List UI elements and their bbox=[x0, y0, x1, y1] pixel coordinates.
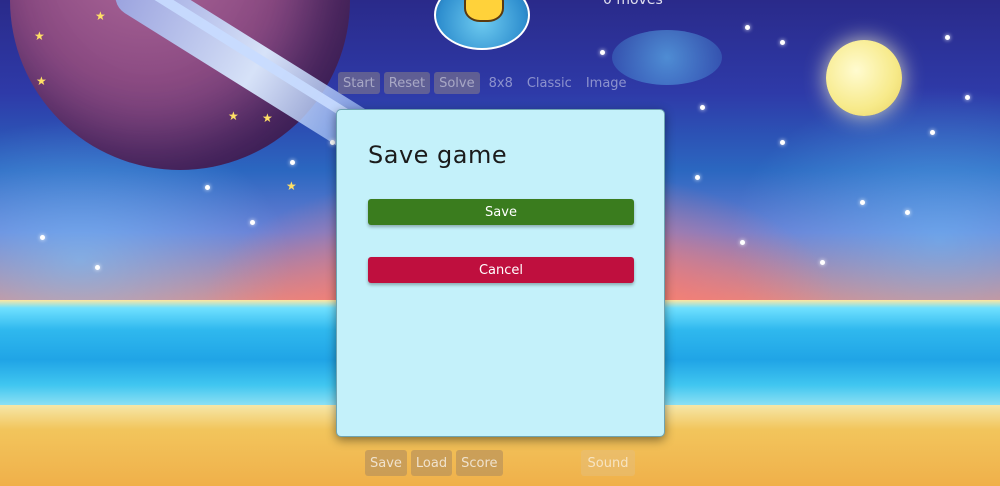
star bbox=[780, 40, 785, 45]
dialog-title: Save game bbox=[368, 141, 508, 169]
star bbox=[820, 260, 825, 265]
image-mode-button[interactable]: Image bbox=[581, 72, 632, 94]
gold-star-icon: ★ bbox=[34, 29, 45, 43]
reset-button[interactable]: Reset bbox=[383, 72, 431, 94]
star bbox=[250, 220, 255, 225]
score-button[interactable]: Score bbox=[456, 450, 503, 476]
top-toolbar: Start Reset Solve 8x8 Classic Image bbox=[338, 72, 632, 96]
star bbox=[860, 200, 865, 205]
star bbox=[600, 50, 605, 55]
save-button[interactable]: Save bbox=[368, 199, 634, 225]
board-size-button[interactable]: 8x8 bbox=[484, 72, 518, 94]
star bbox=[695, 175, 700, 180]
sound-toggle-button[interactable]: Sound bbox=[581, 450, 635, 476]
star bbox=[780, 140, 785, 145]
gold-star-icon: ★ bbox=[228, 109, 239, 123]
moves-counter: 0 moves bbox=[603, 0, 663, 8]
star bbox=[745, 25, 750, 30]
bottom-toolbar: Save Load Score bbox=[365, 450, 503, 476]
cancel-button[interactable]: Cancel bbox=[368, 257, 634, 283]
star bbox=[40, 235, 45, 240]
start-button[interactable]: Start bbox=[338, 72, 380, 94]
star bbox=[945, 35, 950, 40]
star bbox=[965, 95, 970, 100]
star bbox=[700, 105, 705, 110]
gold-star-icon: ★ bbox=[262, 111, 273, 125]
save-game-dialog: Save game Save Cancel bbox=[336, 109, 665, 437]
mascot-icon bbox=[464, 0, 504, 22]
star bbox=[290, 160, 295, 165]
star bbox=[740, 240, 745, 245]
star bbox=[905, 210, 910, 215]
star bbox=[330, 140, 335, 145]
load-game-button[interactable]: Load bbox=[410, 450, 453, 476]
gold-star-icon: ★ bbox=[36, 74, 47, 88]
gold-star-icon: ★ bbox=[286, 179, 297, 193]
moon-illustration bbox=[826, 40, 902, 116]
star bbox=[95, 265, 100, 270]
star bbox=[205, 185, 210, 190]
gold-star-icon: ★ bbox=[95, 9, 106, 23]
star bbox=[930, 130, 935, 135]
solve-button[interactable]: Solve bbox=[434, 72, 480, 94]
classic-mode-button[interactable]: Classic bbox=[522, 72, 577, 94]
save-game-button[interactable]: Save bbox=[365, 450, 407, 476]
